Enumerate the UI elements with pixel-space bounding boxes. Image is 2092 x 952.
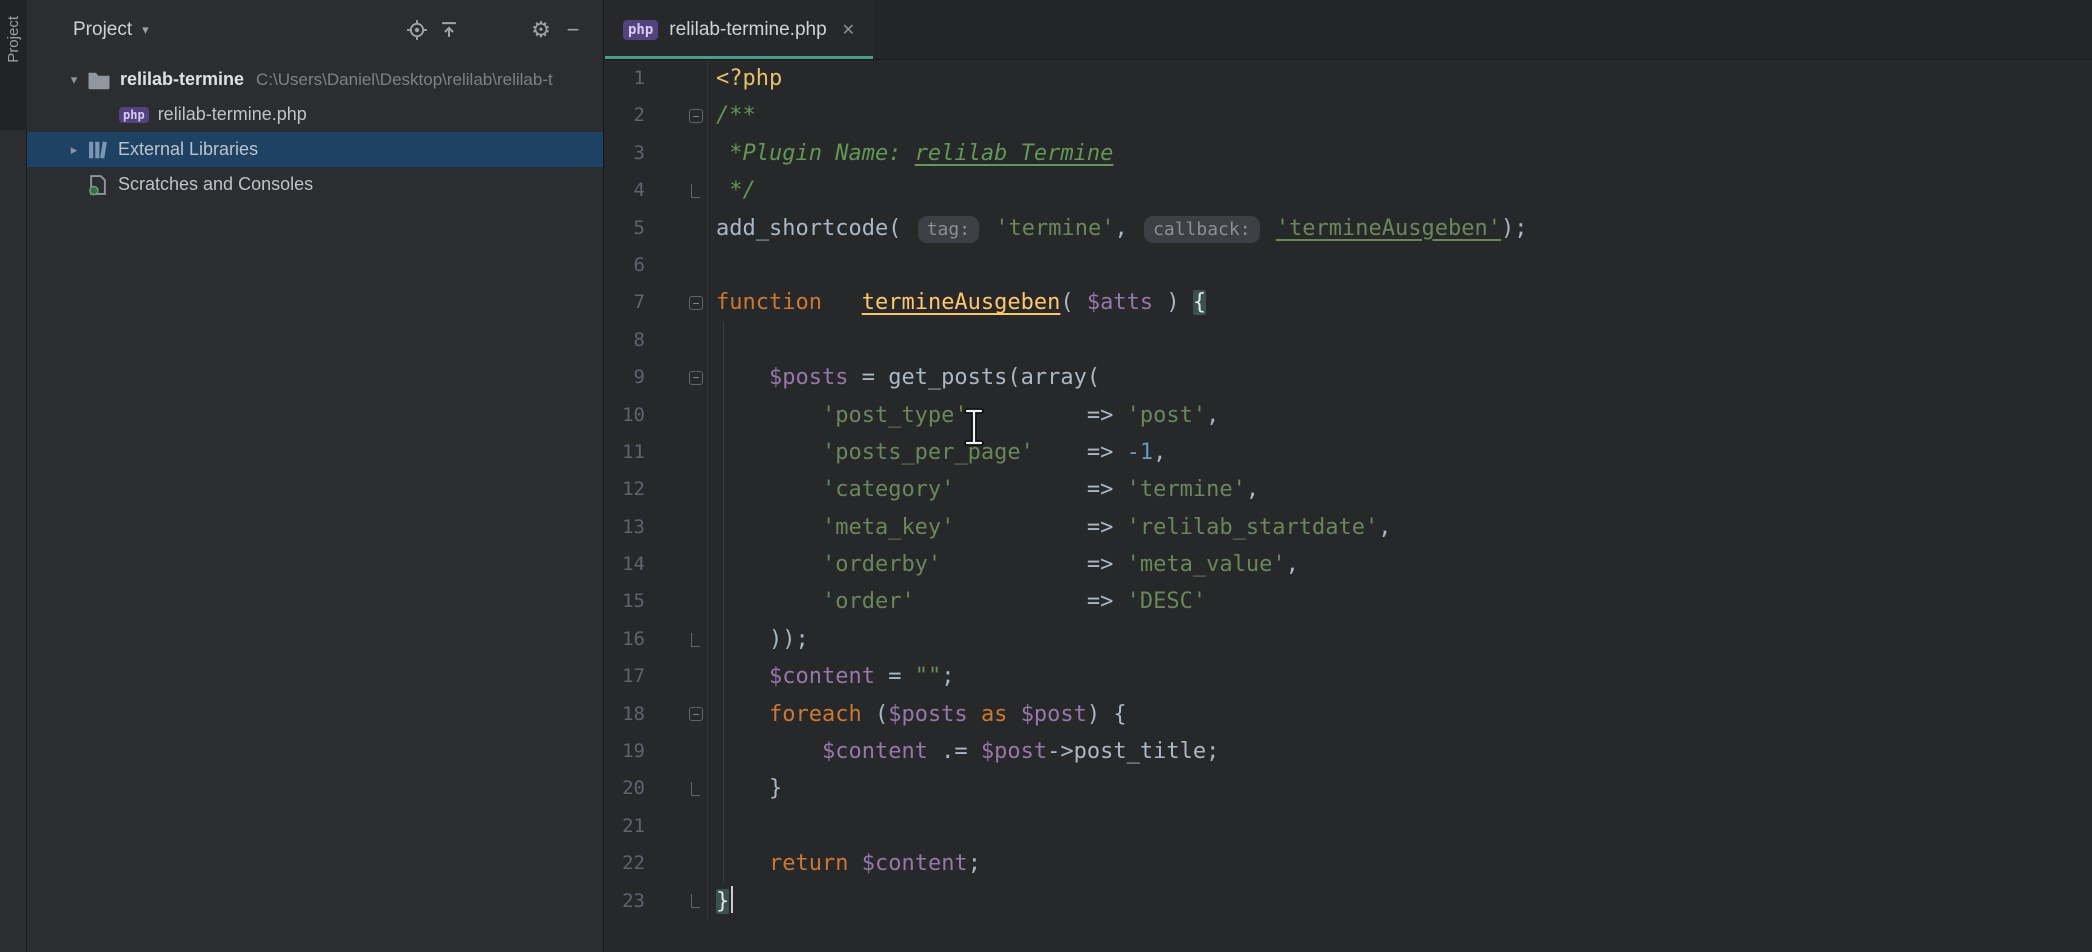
tree-item-label: relilab-termine.php	[158, 104, 307, 125]
code-line[interactable]: return $content;	[709, 845, 2092, 882]
fold-collapse-icon[interactable]	[689, 371, 703, 385]
php-file-icon: php	[623, 20, 658, 40]
line-number[interactable]: 20	[605, 770, 707, 807]
php-icon: php	[119, 107, 149, 123]
tree-item-label: Scratches and Consoles	[118, 174, 313, 195]
editor-gutter: 1234567891011121314151617181920212223	[605, 60, 708, 920]
text-caret	[731, 886, 733, 913]
line-number[interactable]: 14	[605, 546, 707, 583]
code-line[interactable]: foreach ($posts as $post) {	[709, 696, 2092, 733]
line-number[interactable]: 16	[605, 621, 707, 658]
scratches-icon	[87, 174, 109, 196]
chevron-right-icon[interactable]: ▸	[61, 142, 87, 158]
code-line[interactable]: 'orderby' => 'meta_value',	[709, 546, 2092, 583]
line-number[interactable]: 5	[605, 210, 707, 247]
code-line[interactable]: function termineAusgeben( $atts ) {	[709, 284, 2092, 321]
code-editor[interactable]: 1234567891011121314151617181920212223 <?…	[605, 60, 2092, 952]
tree-item-label: relilab-termine	[120, 69, 244, 90]
code-area: <?php/** *Plugin Name: relilab Termine *…	[709, 60, 2092, 920]
project-panel: Project ▾ ⚙ − ▾ relilab-termine C:\Users\D…	[27, 0, 604, 952]
line-number[interactable]: 8	[605, 322, 707, 359]
collapse-all-icon[interactable]	[433, 14, 465, 46]
line-number[interactable]: 12	[605, 471, 707, 508]
line-number[interactable]: 3	[605, 135, 707, 172]
line-number[interactable]: 6	[605, 247, 707, 284]
editor-tab-relilab-termine[interactable]: php relilab-termine.php ✕	[605, 0, 873, 59]
code-line[interactable]: $posts = get_posts(array(	[709, 359, 2092, 396]
project-panel-title: Project	[73, 19, 132, 41]
line-number[interactable]: 18	[605, 696, 707, 733]
code-line[interactable]: 'category' => 'termine',	[709, 471, 2092, 508]
code-line[interactable]: 'post_type' => 'post',	[709, 397, 2092, 434]
fold-collapse-icon[interactable]	[689, 109, 703, 123]
fold-collapse-icon[interactable]	[689, 707, 703, 721]
line-number[interactable]: 7	[605, 284, 707, 321]
tree-item-relilab-termine-root[interactable]: ▾ relilab-termine C:\Users\Daniel\Desktop\…	[27, 62, 603, 97]
line-number[interactable]: 11	[605, 434, 707, 471]
indent-guide	[723, 322, 724, 883]
project-tool-window-button[interactable]: Project	[0, 0, 27, 130]
chevron-down-icon: ▾	[142, 22, 149, 38]
editor-tab-bar: php relilab-termine.php ✕	[605, 0, 2092, 60]
code-line[interactable]: ));	[709, 621, 2092, 658]
code-line[interactable]: */	[709, 172, 2092, 209]
editor-tab-label: relilab-termine.php	[669, 19, 826, 41]
line-number[interactable]: 15	[605, 583, 707, 620]
locate-icon[interactable]	[401, 14, 433, 46]
line-number[interactable]: 4	[605, 172, 707, 209]
code-line[interactable]: 'posts_per_page' => -1,	[709, 434, 2092, 471]
library-icon	[87, 139, 109, 161]
code-line[interactable]: }	[709, 770, 2092, 807]
project-panel-header: Project ▾ ⚙ −	[27, 0, 603, 60]
code-line[interactable]: *Plugin Name: relilab Termine	[709, 135, 2092, 172]
fold-region-end-icon[interactable]	[691, 782, 700, 796]
line-number[interactable]: 2	[605, 97, 707, 134]
fold-collapse-icon[interactable]	[689, 296, 703, 310]
code-line[interactable]	[709, 247, 2092, 284]
code-line[interactable]: add_shortcode( tag: 'termine', callback:…	[709, 210, 2092, 247]
line-number[interactable]: 21	[605, 808, 707, 845]
line-number[interactable]: 17	[605, 658, 707, 695]
tree-item-path: C:\Users\Daniel\Desktop\relilab\relilab-…	[256, 70, 553, 90]
line-number[interactable]: 1	[605, 60, 707, 97]
tree-item-label: External Libraries	[118, 139, 258, 160]
fold-region-end-icon[interactable]	[691, 633, 700, 647]
tool-strip-project-label[interactable]: Project	[5, 16, 22, 63]
code-line[interactable]	[709, 808, 2092, 845]
project-tree: ▾ relilab-termine C:\Users\Daniel\Desktop\…	[27, 60, 603, 202]
code-line[interactable]: 'meta_key' => 'relilab_startdate',	[709, 509, 2092, 546]
line-number[interactable]: 19	[605, 733, 707, 770]
code-line[interactable]: <?php	[709, 60, 2092, 97]
code-line[interactable]: $content .= $post->post_title;	[709, 733, 2092, 770]
code-line[interactable]: /**	[709, 97, 2092, 134]
code-line[interactable]: $content = "";	[709, 658, 2092, 695]
project-view-dropdown[interactable]: Project ▾	[73, 19, 149, 41]
line-number[interactable]: 9	[605, 359, 707, 396]
settings-icon[interactable]: ⚙	[525, 14, 557, 46]
close-tab-icon[interactable]: ✕	[842, 20, 855, 40]
hide-panel-icon[interactable]: −	[557, 14, 589, 46]
tree-item-scratches-and-consoles[interactable]: Scratches and Consoles	[27, 167, 603, 202]
tree-item-external-libraries[interactable]: ▸ External Libraries	[27, 132, 603, 167]
line-number[interactable]: 22	[605, 845, 707, 882]
chevron-down-icon[interactable]: ▾	[61, 72, 87, 88]
folder-icon	[87, 69, 111, 90]
tree-item-relilab-termine-php[interactable]: php relilab-termine.php	[27, 97, 603, 132]
code-line[interactable]	[709, 322, 2092, 359]
code-line[interactable]: }	[709, 883, 2092, 920]
tool-window-strip: Project	[0, 0, 27, 952]
code-line[interactable]: 'order' => 'DESC'	[709, 583, 2092, 620]
fold-region-end-icon[interactable]	[691, 184, 700, 198]
line-number[interactable]: 13	[605, 509, 707, 546]
fold-region-end-icon[interactable]	[691, 894, 700, 908]
line-number[interactable]: 10	[605, 397, 707, 434]
line-number[interactable]: 23	[605, 883, 707, 920]
